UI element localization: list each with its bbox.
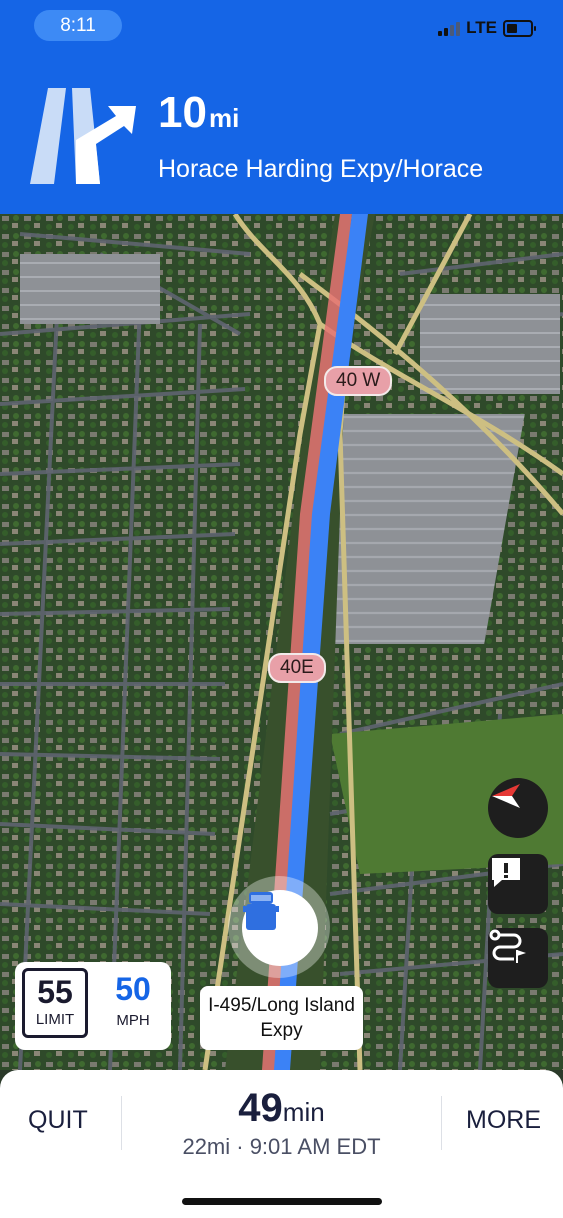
status-time: 8:11 xyxy=(34,10,122,41)
route-overview-icon[interactable] xyxy=(488,928,548,988)
battery-icon xyxy=(503,19,536,37)
map-view[interactable]: 40 W 40E xyxy=(0,214,563,1070)
home-indicator xyxy=(182,1198,382,1205)
speed-limit-sign: 55 LIMIT xyxy=(22,968,88,1038)
network-label: LTE xyxy=(466,18,497,37)
highway-shield: 40E xyxy=(268,653,326,683)
exit-right-arrow-icon xyxy=(28,88,140,186)
divider xyxy=(441,1096,442,1150)
maneuver-street: Horace Harding Expy/Horace xyxy=(158,155,484,183)
maneuver-distance: 10mi xyxy=(158,88,240,137)
current-road-label: I-495/Long Island Expy xyxy=(200,986,363,1050)
speed-limit-label: LIMIT xyxy=(35,1011,75,1028)
current-speed: 50 MPH xyxy=(103,972,163,1029)
current-speed-value: 50 xyxy=(115,971,151,1007)
more-button[interactable]: MORE xyxy=(466,1106,541,1135)
speed-panel: 55 LIMIT 50 MPH xyxy=(15,962,171,1050)
trip-panel: QUIT 49min 22mi · 9:01 AM EDT MORE xyxy=(0,1070,563,1218)
speed-limit-value: 55 xyxy=(37,974,73,1010)
compass-icon[interactable] xyxy=(488,778,548,838)
current-speed-unit: MPH xyxy=(116,1012,150,1029)
report-icon[interactable] xyxy=(488,854,548,914)
vehicle-truck-icon xyxy=(242,890,318,966)
navigation-header: 8:11 LTE 10mi Horace Harding Expy/Horace xyxy=(0,0,563,214)
trip-summary: 22mi · 9:01 AM EDT xyxy=(182,1134,381,1159)
highway-shield: 40 W xyxy=(324,366,393,396)
status-indicators: LTE xyxy=(438,18,536,38)
signal-icon xyxy=(438,20,461,36)
